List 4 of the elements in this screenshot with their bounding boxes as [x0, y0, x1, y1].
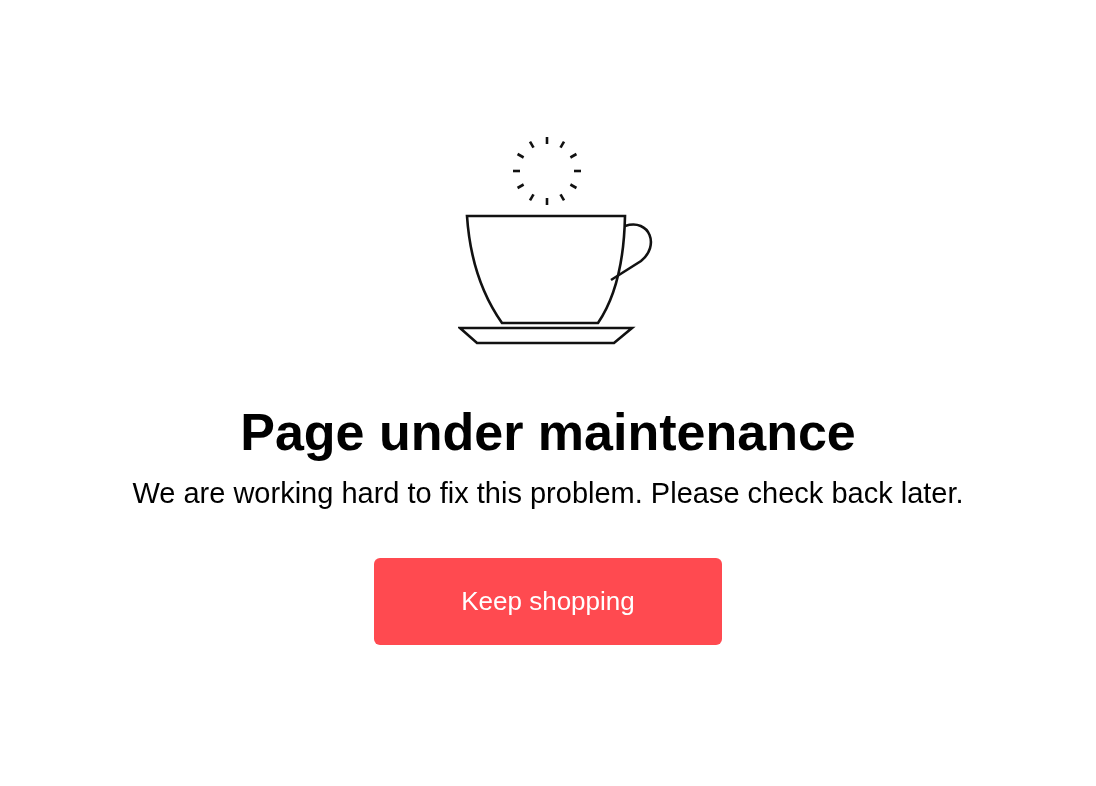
- coffee-cup-icon: [458, 136, 654, 346]
- message-text: We are working hard to fix this problem. Please check back later.: [132, 476, 964, 510]
- page-title: Page under maintenance: [240, 402, 856, 462]
- keep-shopping-button[interactable]: Keep shopping: [374, 558, 722, 645]
